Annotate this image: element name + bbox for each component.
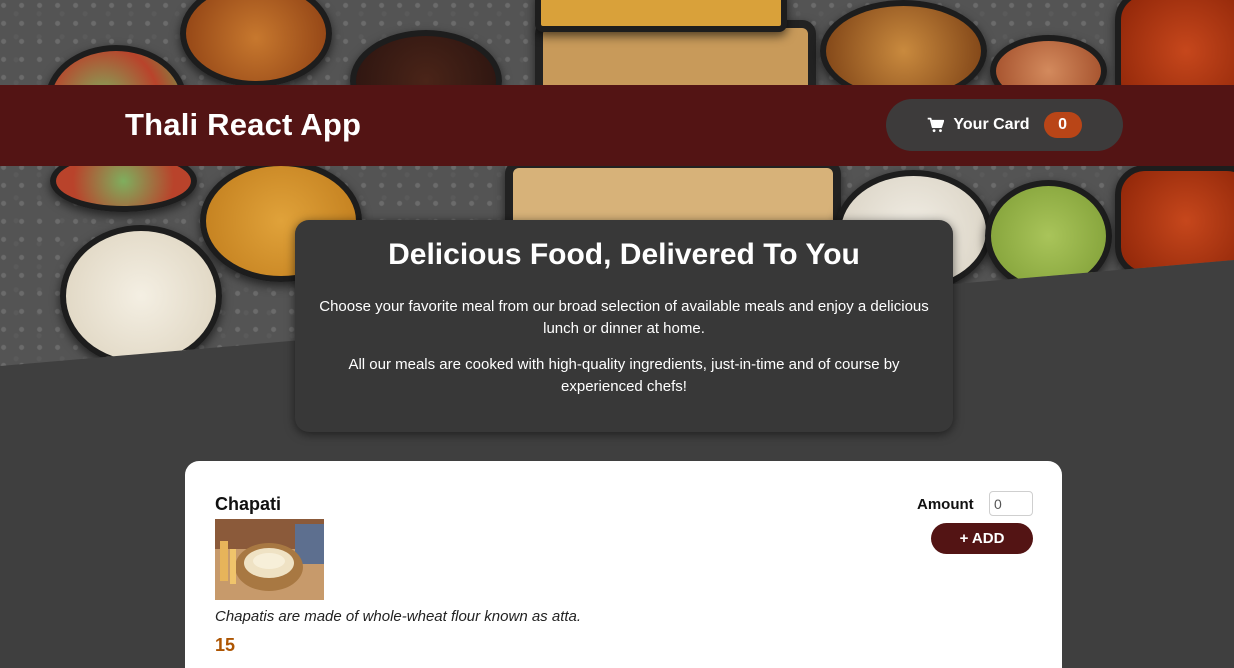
cart-label: Your Card [953, 116, 1030, 133]
app-title: Thali React App [125, 107, 362, 142]
amount-input[interactable] [989, 491, 1033, 516]
meal-image [215, 519, 324, 600]
add-to-cart-button[interactable]: + ADD [931, 523, 1033, 554]
cart-button[interactable]: Your Card 0 [886, 99, 1123, 151]
summary-paragraph-1: Choose your favorite meal from our broad… [319, 298, 929, 337]
page: Thali React App Your Card 0 Delicious Fo… [0, 0, 1234, 668]
amount-label: Amount [917, 496, 974, 513]
meals-list-card: Chapati Chapatis are made of whole-wheat… [185, 461, 1062, 668]
meals-summary-card: Delicious Food, Delivered To You Choose … [295, 220, 953, 432]
cart-count-badge: 0 [1043, 112, 1082, 138]
meal-name: Chapati [215, 494, 282, 514]
summary-title: Delicious Food, Delivered To You [388, 238, 860, 271]
meal-price: 15 [215, 635, 236, 655]
meal-description: Chapatis are made of whole-wheat flour k… [215, 608, 582, 625]
summary-paragraph-2: All our meals are cooked with high-quali… [348, 356, 900, 395]
cart-icon [928, 117, 945, 133]
app-header: Thali React App Your Card 0 [0, 85, 1234, 166]
